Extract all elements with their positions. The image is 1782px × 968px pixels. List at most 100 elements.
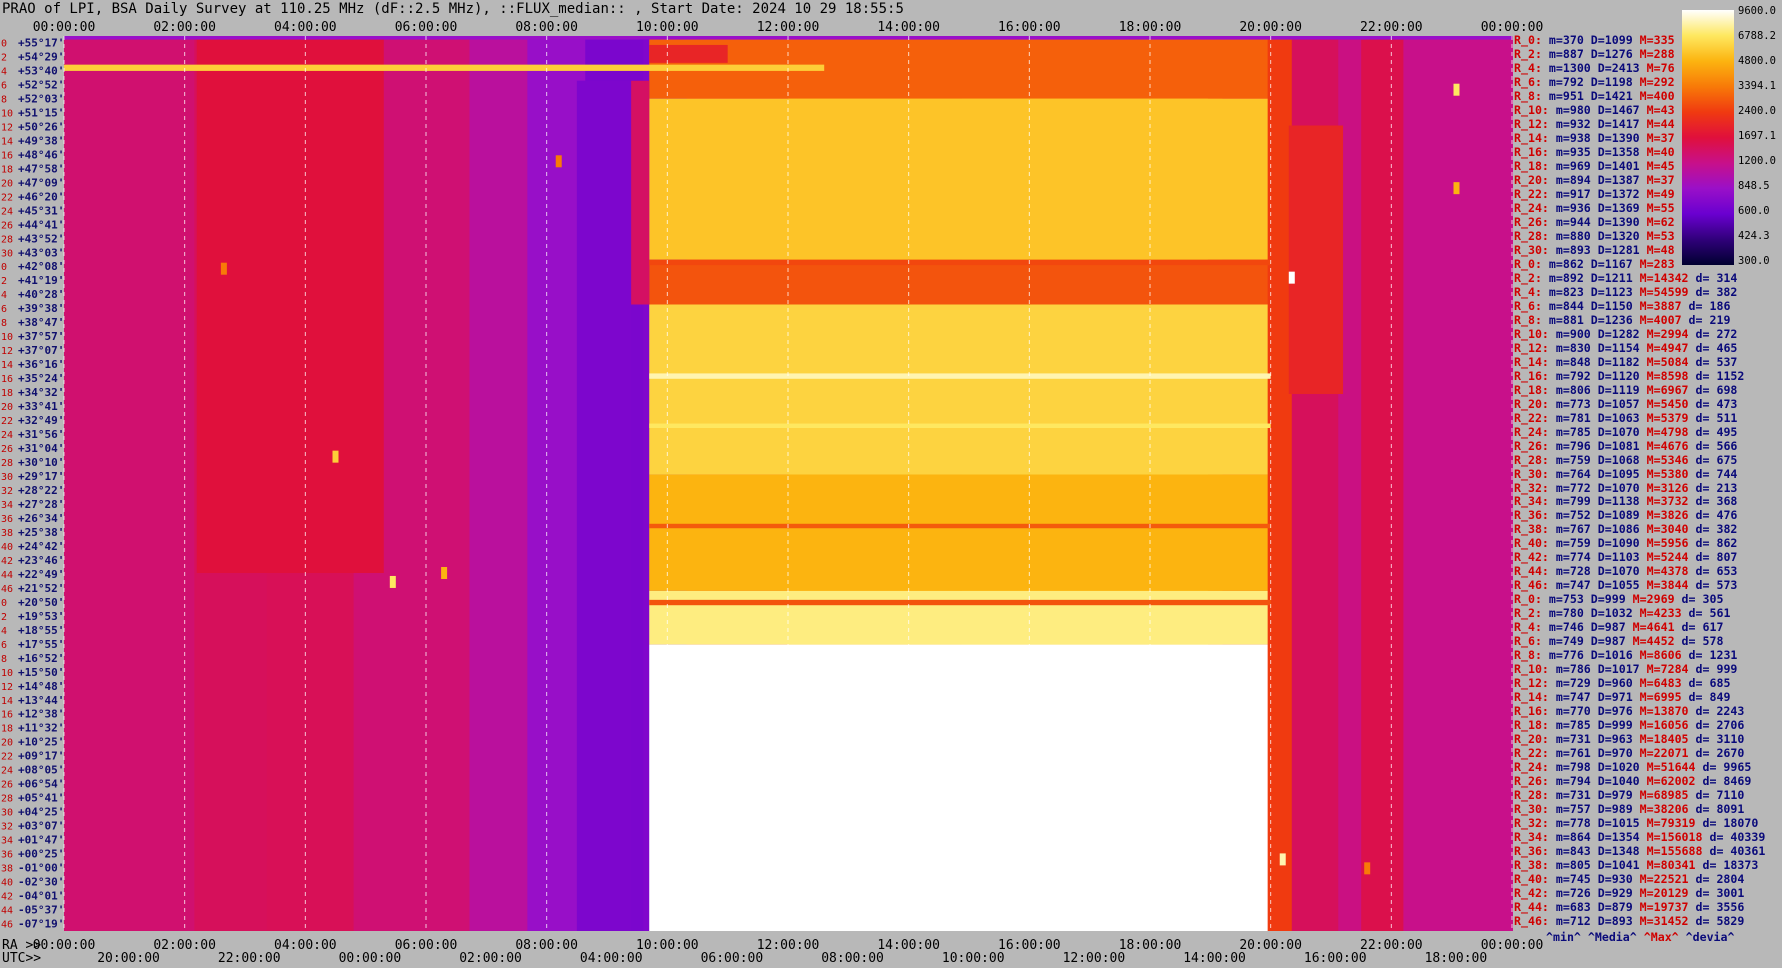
stat-dev: d= 368 [1688, 494, 1738, 509]
declination-label: +22°49' [18, 568, 64, 581]
stat-d: D=1167 [1583, 256, 1633, 271]
colorbar-tick-label: 300.0 [1738, 255, 1770, 267]
stat-d: D=893 [1590, 914, 1633, 929]
row-index-label: 10 [1, 108, 13, 119]
stat-dev: d= 2243 [1688, 704, 1745, 719]
stat-dev: d= 272 [1688, 326, 1738, 341]
stat-m: m=892 [1541, 270, 1584, 285]
stat-m: m=932 [1548, 116, 1591, 131]
row-index-label: 4 [1, 290, 7, 301]
stat-ch: R_14: [1514, 354, 1549, 369]
channel-stat-row: R_12: m=932 D=1417 M=44 [1514, 117, 1675, 131]
stat-dev: d= 1152 [1688, 368, 1745, 383]
stat-ch: R_18: [1514, 718, 1549, 733]
row-index-label: 28 [1, 794, 13, 805]
channel-stat-row: R_10: m=900 D=1282 M=2994 d= 272 [1514, 327, 1737, 341]
stat-ch: R_8: [1514, 648, 1542, 663]
heatmap-source [1453, 83, 1460, 96]
stat-ch: R_12: [1514, 676, 1549, 691]
heatmap-stripe [649, 423, 1271, 429]
stat-max: M=3844 [1639, 578, 1689, 593]
stat-m: m=848 [1548, 354, 1591, 369]
channel-stat-row: R_28: m=880 D=1320 M=53 [1514, 229, 1675, 243]
channel-stat-row: R_20: m=894 D=1387 M=37 [1514, 173, 1675, 187]
stat-dev: d= 3110 [1688, 732, 1745, 747]
declination-label: +09°17' [18, 750, 64, 763]
stat-m: m=806 [1548, 382, 1591, 397]
stat-d: D=1103 [1590, 550, 1640, 565]
row-index-label: 0 [1, 598, 7, 609]
stat-dev: d= 314 [1688, 270, 1738, 285]
row-index-label: 6 [1, 80, 7, 91]
ra-tick-label: 18:00:00 [1119, 938, 1182, 953]
row-index-label: 24 [1, 430, 13, 441]
stat-ch: R_4: [1514, 284, 1542, 299]
stat-dev: d= 2804 [1688, 872, 1745, 887]
colorbar-tick-label: 600.0 [1738, 205, 1770, 217]
stat-dev: d= 862 [1688, 536, 1738, 551]
stat-max: M=13870 [1632, 704, 1689, 719]
top-tick-label: 14:00:00 [877, 20, 940, 35]
stat-ch: R_6: [1514, 74, 1542, 89]
stat-max: M=62 [1639, 214, 1675, 229]
row-index-label: 26 [1, 780, 13, 791]
stat-m: m=796 [1548, 438, 1591, 453]
row-index-label: 8 [1, 318, 7, 329]
channel-stat-row: R_24: m=785 D=1070 M=4798 d= 495 [1514, 425, 1737, 439]
stat-m: m=843 [1548, 844, 1591, 859]
channel-stat-row: R_30: m=764 D=1095 M=5380 d= 744 [1514, 467, 1737, 481]
ra-tick-label: 00:00:00 [33, 938, 96, 953]
stat-d: D=1276 [1583, 46, 1633, 61]
channel-stat-row: R_2: m=780 D=1032 M=4233 d= 561 [1514, 606, 1730, 620]
stat-m: m=969 [1548, 158, 1591, 173]
stat-d: D=976 [1590, 704, 1633, 719]
colorbar-tick-label: 1697.1 [1738, 130, 1776, 142]
heatmap-region [649, 644, 1271, 931]
row-index-label: 22 [1, 192, 13, 203]
heatmap-stripe [64, 64, 825, 71]
declination-label: +23°46' [18, 554, 64, 567]
stat-d: D=1198 [1583, 74, 1633, 89]
stat-ch: R_36: [1514, 508, 1549, 523]
stat-d: D=929 [1590, 886, 1633, 901]
channel-stat-row: R_12: m=830 D=1154 M=4947 d= 465 [1514, 341, 1737, 355]
stat-ch: R_6: [1514, 298, 1542, 313]
row-index-label: 8 [1, 94, 7, 105]
stat-ch: R_40: [1514, 536, 1549, 551]
declination-label: +04°25' [18, 806, 64, 819]
stat-d: D=1467 [1590, 102, 1640, 117]
stat-m: m=917 [1548, 186, 1591, 201]
stat-max: M=22071 [1632, 746, 1689, 761]
heatmap-source [441, 567, 448, 579]
channel-stat-row: R_40: m=745 D=930 M=22521 d= 2804 [1514, 872, 1744, 886]
declination-label: +13°44' [18, 694, 64, 707]
stat-ch: R_26: [1514, 438, 1549, 453]
stat-max: M=3040 [1639, 522, 1689, 537]
stat-dev: d= 2670 [1688, 746, 1745, 761]
declination-label: +46°20' [18, 190, 64, 203]
channel-stat-row: R_18: m=785 D=999 M=16056 d= 2706 [1514, 718, 1744, 732]
stat-ch: R_16: [1514, 368, 1549, 383]
stat-max: M=2994 [1639, 326, 1689, 341]
heatmap-region [649, 98, 1271, 260]
declination-label: +43°03' [18, 246, 64, 259]
stat-d: D=1040 [1590, 774, 1640, 789]
stat-m: m=712 [1548, 914, 1591, 929]
stat-d: D=987 [1583, 634, 1626, 649]
stat-d: D=1119 [1590, 382, 1640, 397]
stat-m: m=774 [1548, 550, 1591, 565]
stat-dev: d= 3556 [1688, 900, 1745, 915]
row-index-label: 4 [1, 626, 7, 637]
stat-max: M=8598 [1639, 368, 1689, 383]
utc-tick-label: 10:00:00 [942, 951, 1005, 966]
row-index-label: 6 [1, 304, 7, 315]
heatmap-source [1364, 862, 1371, 875]
stat-m: m=752 [1548, 508, 1591, 523]
stat-ch: R_2: [1514, 606, 1542, 621]
declination-label: +52°52' [18, 78, 64, 91]
stat-d: D=2413 [1590, 60, 1640, 75]
channel-stat-row: R_6: m=792 D=1198 M=292 [1514, 75, 1675, 89]
stat-max: M=80341 [1639, 858, 1696, 873]
stat-max: M=38206 [1632, 802, 1689, 817]
stat-d: D=1182 [1590, 354, 1640, 369]
